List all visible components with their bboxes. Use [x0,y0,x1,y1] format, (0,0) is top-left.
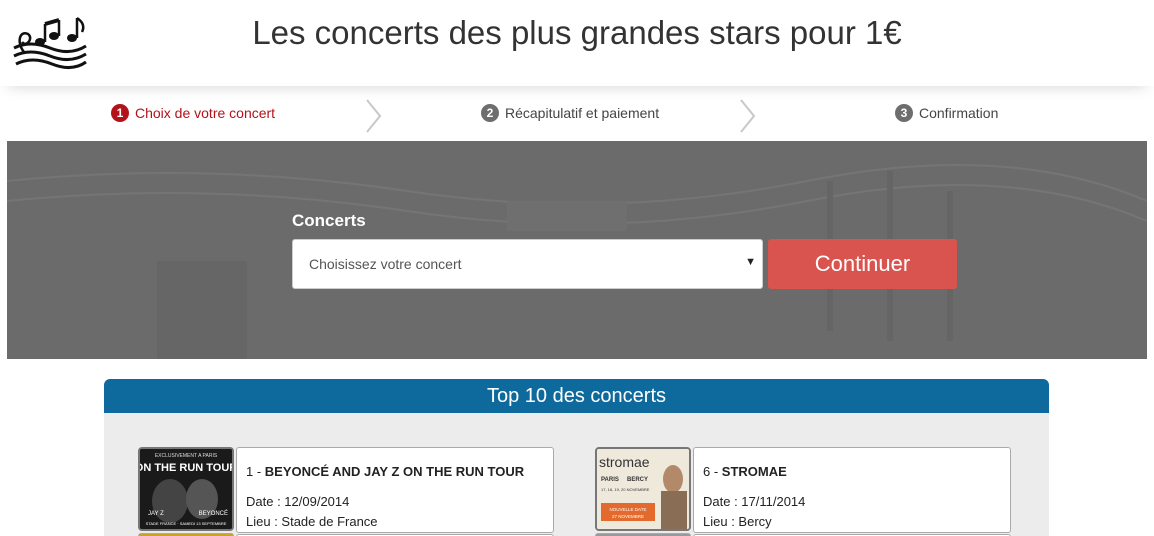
step-label: Choix de votre concert [135,105,276,121]
poster-image: stromae PARIS BERCY 17, 18, 19, 20 NOVEM… [597,449,689,529]
concert-date: Date : 12/09/2014 [246,494,350,509]
progress-steps: 1 Choix de votre concert 2 Récapitulatif… [0,96,1154,136]
search-banner: Concerts Choisissez votre concert ▼ Cont… [7,141,1147,359]
concert-card[interactable]: 6 - STROMAE Date : 17/11/2014 Lieu : Ber… [693,447,1011,533]
chevron-right-icon [366,99,382,133]
rank-separator: - [253,464,265,479]
concert-title: 1 - BEYONCÉ AND JAY Z ON THE RUN TOUR [246,464,524,479]
poster-bottom-text: STADE FRANCE · SAMEDI 13 SEPTEMBRE [146,521,227,526]
poster-badge2: 27 NOVEMBRE [612,514,644,519]
poster-main-text: ON THE RUN TOUR [140,462,232,474]
poster-line1: PARIS [601,477,619,483]
poster-badge: NOUVELLE DATE [610,507,647,512]
step-label: Confirmation [919,105,999,121]
poster-line2: BERCY [627,477,648,483]
rank-separator: - [710,464,722,479]
concert-poster-beyonce-jayz[interactable]: EXCLUSIVEMENT A PARIS ON THE RUN TOUR JA… [138,447,234,531]
poster-main-text: stromae [599,454,650,470]
concert-venue: Lieu : Bercy [703,514,772,529]
step-number: 3 [895,104,913,122]
top10-title: Top 10 des concerts [104,379,1049,413]
step-confirmation: 3 Confirmation [895,104,998,122]
concert-date: Date : 17/11/2014 [703,494,806,509]
poster-image: EXCLUSIVEMENT A PARIS ON THE RUN TOUR JA… [140,449,232,529]
concert-venue: Lieu : Stade de France [246,514,378,529]
step-summary-payment: 2 Récapitulatif et paiement [481,104,659,122]
concert-card[interactable]: 1 - BEYONCÉ AND JAY Z ON THE RUN TOUR Da… [236,447,554,533]
page-title: Les concerts des plus grandes stars pour… [252,14,902,51]
concert-select-value: Choisissez votre concert [309,256,462,272]
step-number: 1 [111,104,129,122]
poster-top-text: EXCLUSIVEMENT A PARIS [155,453,218,459]
continue-button[interactable]: Continuer [768,239,957,289]
poster-side-text: BEYONCÉ [199,510,228,517]
caret-down-icon: ▼ [745,256,756,268]
concert-select[interactable]: Choisissez votre concert ▼ [292,239,763,289]
poster-line3: 17, 18, 19, 20 NOVEMBRE [601,487,650,492]
step-number: 2 [481,104,499,122]
poster-left-text: JAY Z [148,511,164,517]
concerts-label: Concerts [292,211,366,230]
chevron-right-icon [740,99,756,133]
concert-title: 6 - STROMAE [703,464,787,479]
top10-panel: Top 10 des concerts EXCLUSIVEMENT A PARI… [104,379,1049,536]
concert-name: BEYONCÉ AND JAY Z ON THE RUN TOUR [264,464,525,479]
concert-poster-stromae[interactable]: stromae PARIS BERCY 17, 18, 19, 20 NOVEM… [595,447,691,531]
concert-name: STROMAE [721,464,787,479]
site-header: Les concerts des plus grandes stars pour… [0,0,1154,86]
step-choose-concert: 1 Choix de votre concert [111,104,275,122]
step-label: Récapitulatif et paiement [505,105,660,121]
